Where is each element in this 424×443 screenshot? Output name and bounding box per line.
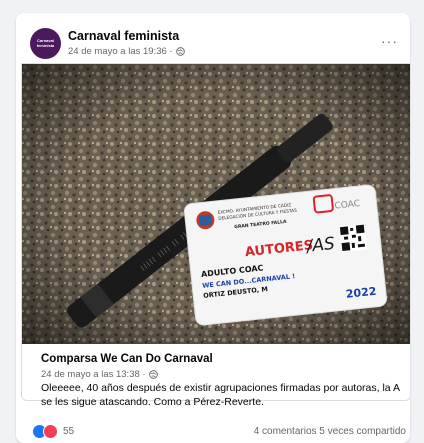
avatar[interactable]: Carnaval feminista <box>30 28 61 59</box>
comments-shares-stats[interactable]: 4 comentarios 5 veces compartido <box>254 426 406 437</box>
globe-icon <box>148 370 158 379</box>
handwritten-suffix: /AS <box>304 234 336 257</box>
preview-meta: 24 de mayo a las 13:38 · <box>41 369 158 380</box>
more-options-button[interactable]: ··· <box>381 33 398 49</box>
reactions[interactable]: 55 <box>32 424 74 439</box>
love-reaction-icon <box>43 424 58 439</box>
photo-svg: ||||| |||| || ||| EXCMO. AYUNTAMIENTO DE… <box>22 64 410 344</box>
preview-title[interactable]: Comparsa We Can Do Carnaval <box>41 353 213 365</box>
qr-code-icon <box>338 223 368 253</box>
link-preview[interactable]: ||||| |||| || ||| EXCMO. AYUNTAMIENTO DE… <box>21 63 410 408</box>
post-timestamp[interactable]: 24 de mayo a las 19:36 · <box>68 46 173 57</box>
post-footer: 55 4 comentarios 5 veces compartido <box>16 420 410 440</box>
post-header: Carnaval feminista Carnaval feminista 24… <box>16 13 410 63</box>
globe-icon <box>175 47 185 56</box>
preview-text: Oleeeee, 40 años después de existir agru… <box>41 382 400 408</box>
avatar-text: Carnaval feminista <box>36 38 55 48</box>
credential-card: EXCMO. AYUNTAMIENTO DE CÁDIZ DELEGACIÓN … <box>183 184 388 326</box>
page-name[interactable]: Carnaval feminista <box>68 29 179 43</box>
reaction-count[interactable]: 55 <box>63 426 74 437</box>
preview-timestamp[interactable]: 24 de mayo a las 13:38 · <box>41 369 146 380</box>
post-meta: 24 de mayo a las 19:36 · <box>68 46 185 57</box>
post-photo[interactable]: ||||| |||| || ||| EXCMO. AYUNTAMIENTO DE… <box>22 64 410 344</box>
post-card: Carnaval feminista Carnaval feminista 24… <box>16 13 410 443</box>
